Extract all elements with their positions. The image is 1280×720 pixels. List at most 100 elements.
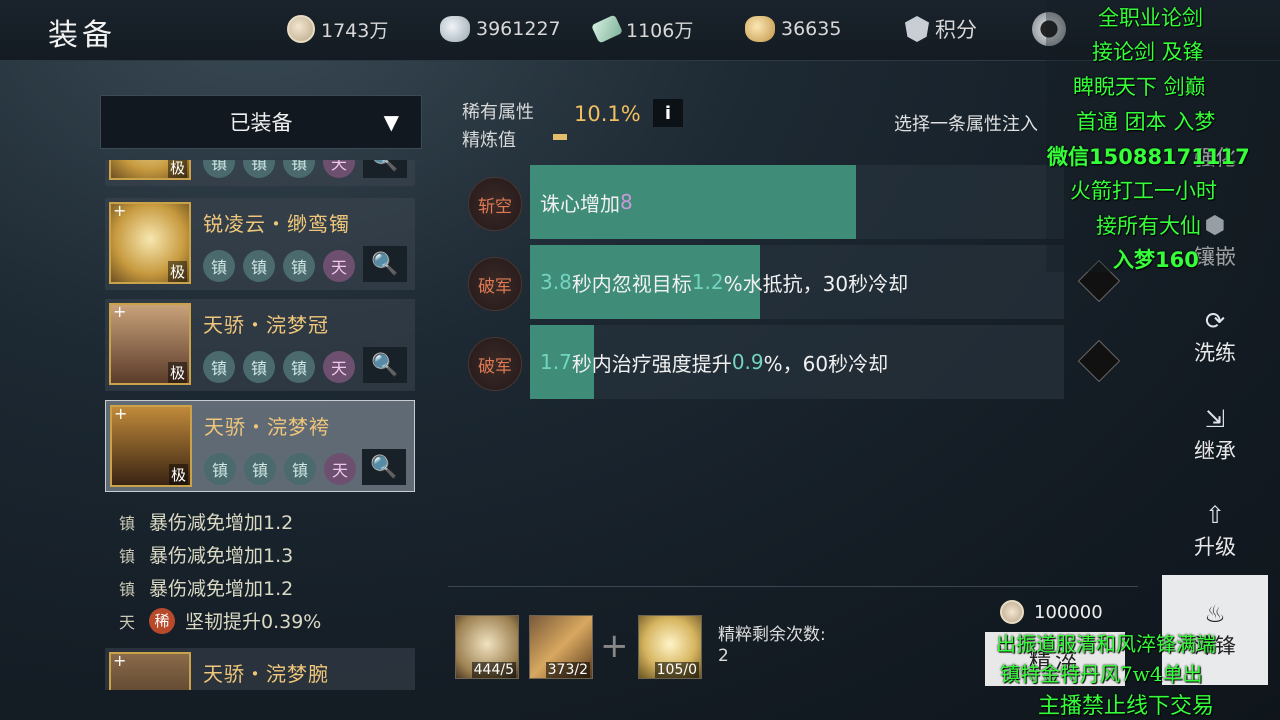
- refine-value-label: 精炼值: [462, 130, 516, 151]
- item-name: 天骄・浣梦冠: [203, 313, 329, 337]
- refine-panel: 稀有属性 精炼值 10.1% i 选择一条属性注入 斩空 诛心增加 8 破军 3.…: [448, 88, 1138, 588]
- resource-value: 36635: [781, 18, 842, 40]
- attr-text: 1.7 秒内治疗强度提升 0.9 %，60秒冷却: [540, 325, 888, 399]
- resource-silver: 3961227: [440, 14, 561, 44]
- essence-remaining-label: 精粹剩余次数:: [718, 625, 826, 645]
- socket-tags: 镇 镇 镇 天: [203, 250, 355, 282]
- attribute-row[interactable]: 破军 3.8 秒内忽视目标 1.2 %水抵抗，30秒冷却: [468, 245, 1080, 319]
- socket-tags: 镇 镇 镇 天: [203, 160, 355, 178]
- socket-tag: 镇: [283, 250, 315, 282]
- item-name: 天骄・浣梦腕: [203, 662, 329, 686]
- stat-kind: 镇: [118, 546, 135, 566]
- tier-label: 极: [167, 261, 187, 282]
- refresh-icon: ⟳: [1204, 307, 1226, 335]
- material-slot[interactable]: 105/0: [638, 615, 702, 679]
- inspect-button[interactable]: 🔍: [363, 160, 407, 178]
- info-button[interactable]: i: [653, 99, 683, 127]
- stat-text: 暴伤减免增加1.2: [149, 512, 294, 534]
- upgrade-arrow-icon: ⇧: [1204, 501, 1226, 529]
- socket-tag: 镇: [283, 351, 315, 383]
- attr-value: 1.2: [691, 270, 724, 294]
- attr-type-badge: 破军: [468, 257, 522, 311]
- side-button-reroll[interactable]: ⟳ 洗练: [1162, 298, 1268, 376]
- attr-text-part: 秒内忽视目标: [571, 271, 692, 296]
- stat-text: 暴伤减免增加1.3: [149, 545, 294, 567]
- socket-tag: 天: [323, 250, 355, 282]
- silver-ingot-icon: [440, 16, 470, 42]
- attr-text-part: 秒内治疗强度提升: [571, 351, 732, 376]
- list-item[interactable]: 极 镇 镇 镇 天 🔍: [105, 160, 415, 186]
- material-count: 373/2: [545, 662, 590, 678]
- item-thumbnail: + 极: [109, 201, 191, 284]
- inspect-button[interactable]: 🔍: [363, 347, 407, 383]
- equipped-dropdown[interactable]: 已装备 ▼: [100, 95, 422, 149]
- socket-tag: 镇: [284, 453, 316, 485]
- overlay-line: 首通 团本 入梦: [1076, 110, 1216, 134]
- attr-value: 1.7: [540, 350, 572, 374]
- socket-tag: 镇: [243, 250, 275, 282]
- side-button-label: 继承: [1194, 439, 1236, 463]
- plus-icon: +: [113, 302, 127, 321]
- inspect-button[interactable]: 🔍: [362, 449, 406, 485]
- stat-text: 暴伤减免增加1.2: [149, 578, 294, 600]
- overlay-line: 出振道服清和风淬锋满端: [996, 632, 1216, 656]
- inspect-button[interactable]: 🔍: [363, 246, 407, 282]
- cost-value: 100000: [1034, 601, 1103, 623]
- select-diamond-icon[interactable]: [1077, 339, 1121, 383]
- resource-coin: 1743万: [287, 14, 388, 44]
- attr-text-part: 诛心增加: [540, 191, 620, 216]
- socket-tag: 天: [324, 453, 356, 485]
- rare-attr-label: 稀有属性: [462, 102, 534, 123]
- material-slot[interactable]: 373/2: [529, 615, 593, 679]
- points-label: 积分: [935, 18, 977, 42]
- coin-icon: [287, 15, 315, 43]
- overlay-line: 镇特金特丹风7w4单出: [1000, 662, 1203, 686]
- socket-tags: 镇 镇 镇 天: [204, 453, 356, 485]
- essence-remaining-value: 2: [718, 646, 729, 666]
- list-item[interactable]: + 极 锐凌云・缈鸾镯 镇 镇 镇 天 🔍: [105, 198, 415, 290]
- socket-tag: 天: [323, 351, 355, 383]
- badge-icon: [905, 16, 929, 42]
- side-button-upgrade[interactable]: ⇧ 升级: [1162, 492, 1268, 570]
- plus-icon: +: [114, 404, 128, 423]
- stat-row: 镇暴伤减免增加1.2: [115, 505, 321, 538]
- list-item[interactable]: + 天骄・浣梦腕: [105, 648, 415, 690]
- points-button[interactable]: 积分: [905, 14, 977, 44]
- stat-kind: 天: [118, 612, 135, 632]
- socket-tag: 天: [323, 160, 355, 178]
- overlay-line: 睥睨天下 剑巅: [1073, 75, 1206, 99]
- dropdown-label: 已装备: [229, 111, 293, 135]
- socket-tag: 镇: [203, 351, 235, 383]
- socket-tag: 镇: [243, 351, 275, 383]
- list-item[interactable]: + 极 天骄・浣梦冠 镇 镇 镇 天 🔍: [105, 299, 415, 391]
- socket-tag: 镇: [243, 160, 275, 178]
- resource-jade: 1106万: [590, 14, 693, 44]
- stat-text: 坚韧提升0.39%: [185, 611, 322, 633]
- side-button-label: 升级: [1194, 535, 1236, 559]
- overlay-line: 火箭打工一小时: [1070, 179, 1217, 203]
- rare-badge: 稀: [149, 607, 175, 634]
- item-thumbnail: + 极: [109, 302, 191, 385]
- attr-text: 诛心增加 8: [540, 165, 633, 239]
- overlay-line: 接论剑 及锋: [1092, 40, 1204, 64]
- attr-value: 3.8: [540, 270, 572, 294]
- overlay-line: 入梦160: [1113, 248, 1199, 272]
- gold-ingot-icon: [745, 16, 775, 42]
- side-button-inherit[interactable]: ⇲ 继承: [1162, 396, 1268, 474]
- divider: [448, 586, 1138, 587]
- stat-row: 天稀坚韧提升0.39%: [115, 604, 321, 637]
- socket-tag: 镇: [203, 160, 235, 178]
- inherit-icon: ⇲: [1204, 405, 1226, 433]
- stat-row: 镇暴伤减免增加1.3: [115, 538, 321, 571]
- list-item-selected[interactable]: + 极 天骄・浣梦袴 镇 镇 镇 天 🔍: [105, 400, 415, 492]
- resource-gold: 36635: [745, 14, 841, 44]
- attribute-row[interactable]: 斩空 诛心增加 8: [468, 165, 1080, 239]
- jade-icon: [590, 14, 624, 44]
- material-slot[interactable]: 444/5: [455, 615, 519, 679]
- material-count: 444/5: [471, 662, 516, 678]
- info-icon: i: [664, 102, 672, 124]
- flame-icon: ♨: [1204, 600, 1226, 628]
- search-icon: 🔍: [371, 160, 399, 173]
- coin-icon: [1000, 600, 1024, 624]
- attribute-row[interactable]: 破军 1.7 秒内治疗强度提升 0.9 %，60秒冷却: [468, 325, 1080, 399]
